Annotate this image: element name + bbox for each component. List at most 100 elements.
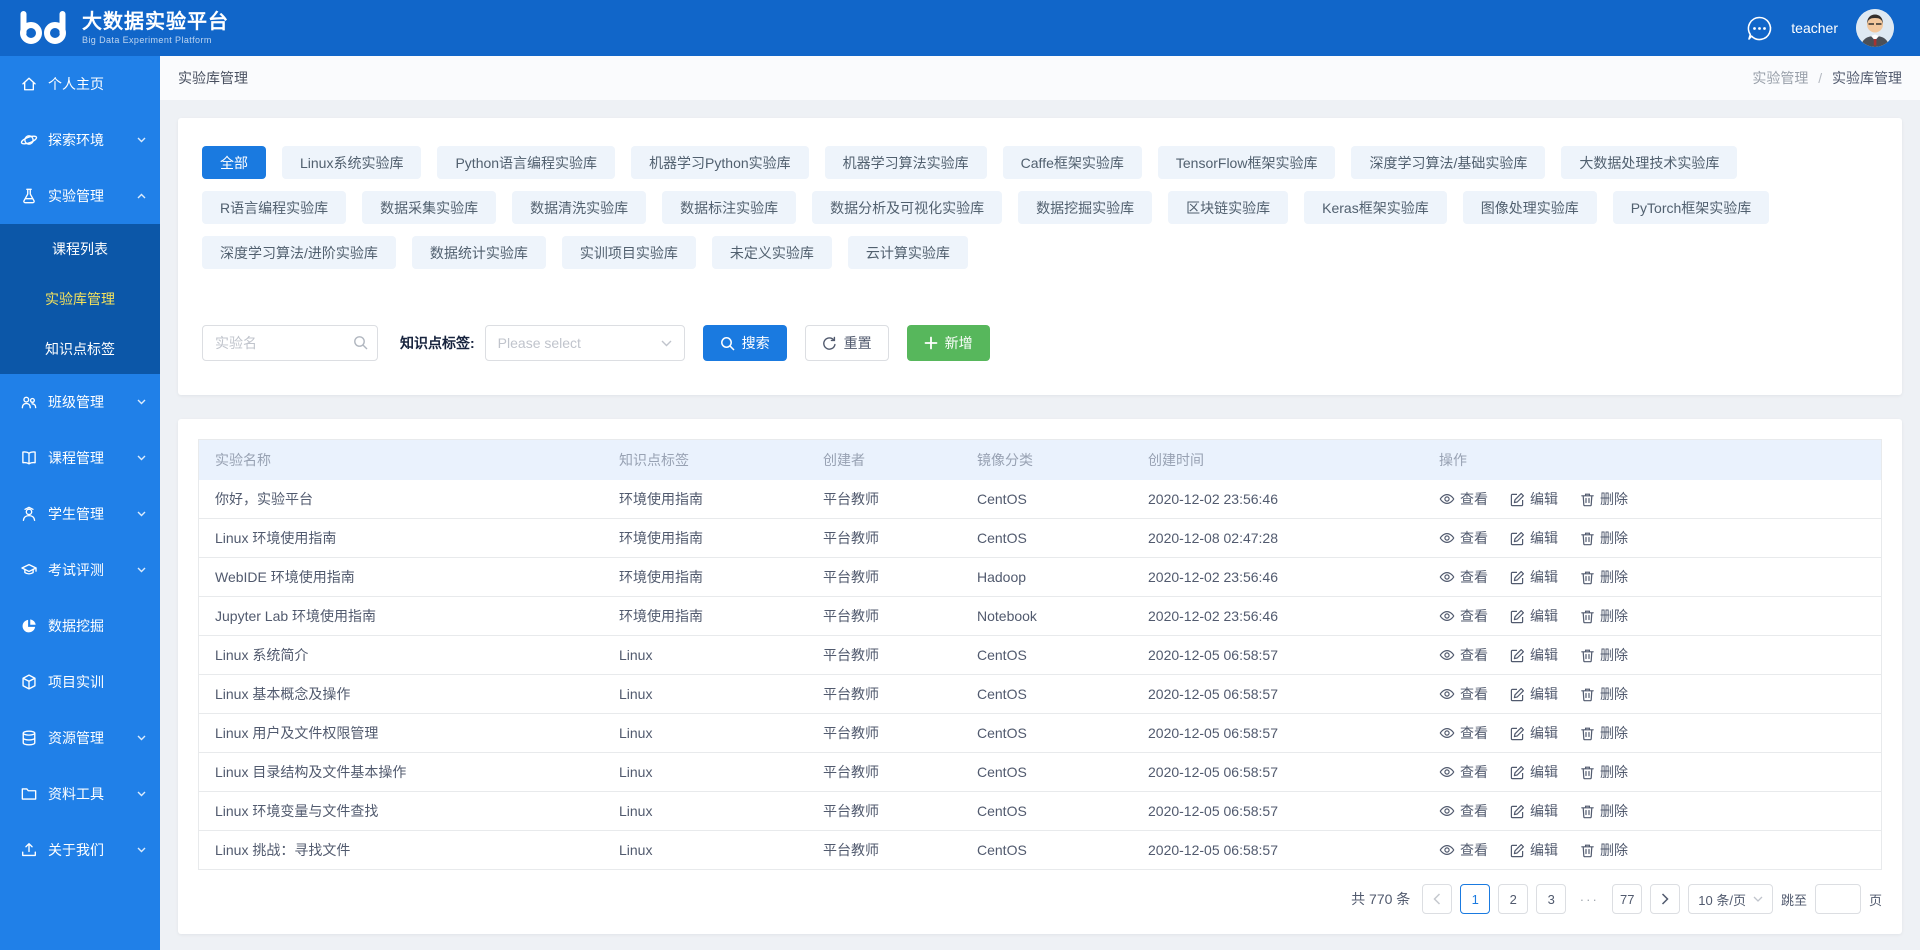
view-action[interactable]: 查看 bbox=[1439, 684, 1488, 704]
pagination-page-button[interactable]: 2 bbox=[1498, 884, 1528, 914]
delete-action[interactable]: 删除 bbox=[1580, 684, 1628, 704]
knowledge-tag-select[interactable]: Please select bbox=[485, 325, 685, 361]
sidebar-item-class-mgmt[interactable]: 班级管理 bbox=[0, 374, 160, 430]
edit-action[interactable]: 编辑 bbox=[1510, 684, 1558, 704]
filter-tag[interactable]: Keras框架实验库 bbox=[1304, 191, 1447, 224]
filter-tag[interactable]: 数据清洗实验库 bbox=[512, 191, 646, 224]
edit-action[interactable]: 编辑 bbox=[1510, 723, 1558, 743]
table-body: 你好，实验平台 环境使用指南 平台教师 CentOS 2020-12-02 23… bbox=[199, 480, 1881, 870]
experiment-name-input[interactable] bbox=[202, 325, 378, 361]
edit-action[interactable]: 编辑 bbox=[1510, 606, 1558, 626]
sidebar-item-student-mgmt[interactable]: 学生管理 bbox=[0, 486, 160, 542]
filter-tag[interactable]: 深度学习算法/进阶实验库 bbox=[202, 236, 396, 269]
sidebar-item-data-mining[interactable]: 数据挖掘 bbox=[0, 598, 160, 654]
sidebar-item-explore-env[interactable]: 探索环境 bbox=[0, 112, 160, 168]
add-button[interactable]: 新增 bbox=[907, 325, 990, 361]
view-action[interactable]: 查看 bbox=[1439, 489, 1488, 509]
edit-action[interactable]: 编辑 bbox=[1510, 840, 1558, 860]
cell-image-category: CentOS bbox=[961, 725, 1132, 741]
filter-tag[interactable]: 实训项目实验库 bbox=[562, 236, 696, 269]
edit-action[interactable]: 编辑 bbox=[1510, 801, 1558, 821]
edit-action[interactable]: 编辑 bbox=[1510, 489, 1558, 509]
filter-tag[interactable]: 数据统计实验库 bbox=[412, 236, 546, 269]
edit-action[interactable]: 编辑 bbox=[1510, 762, 1558, 782]
avatar[interactable] bbox=[1856, 9, 1894, 47]
sidebar-item-project-training[interactable]: 项目实训 bbox=[0, 654, 160, 710]
filter-tag[interactable]: 数据分析及可视化实验库 bbox=[812, 191, 1002, 224]
sidebar-item-exam-assessment[interactable]: 考试评测 bbox=[0, 542, 160, 598]
edit-action[interactable]: 编辑 bbox=[1510, 645, 1558, 665]
filter-tag[interactable]: 云计算实验库 bbox=[848, 236, 968, 269]
view-action[interactable]: 查看 bbox=[1439, 567, 1488, 587]
table-row: 你好，实验平台 环境使用指南 平台教师 CentOS 2020-12-02 23… bbox=[199, 480, 1881, 519]
filter-tag[interactable]: 未定义实验库 bbox=[712, 236, 832, 269]
filter-tag[interactable]: Caffe框架实验库 bbox=[1003, 146, 1142, 179]
pagination-page-button[interactable]: 1 bbox=[1460, 884, 1490, 914]
sidebar-subitem-knowledge-tags[interactable]: 知识点标签 bbox=[0, 324, 160, 374]
filter-tag[interactable]: PyTorch框架实验库 bbox=[1613, 191, 1770, 224]
filter-tag[interactable]: Python语言编程实验库 bbox=[437, 146, 615, 179]
filter-tag[interactable]: TensorFlow框架实验库 bbox=[1158, 146, 1336, 179]
view-action-label: 查看 bbox=[1460, 489, 1488, 509]
sidebar-subitem-course-list[interactable]: 课程列表 bbox=[0, 224, 160, 274]
brand: 大数据实验平台 Big Data Experiment Platform bbox=[16, 11, 229, 45]
filter-tag[interactable]: 数据标注实验库 bbox=[662, 191, 796, 224]
delete-action[interactable]: 删除 bbox=[1580, 567, 1628, 587]
cell-created-time: 2020-12-05 06:58:57 bbox=[1132, 647, 1423, 663]
pagination-page-button[interactable]: 3 bbox=[1536, 884, 1566, 914]
filter-tag[interactable]: 区块链实验库 bbox=[1168, 191, 1288, 224]
sidebar-subitem-lab-library-mgmt[interactable]: 实验库管理 bbox=[0, 274, 160, 324]
search-button[interactable]: 搜索 bbox=[703, 325, 787, 361]
pagination-page-button[interactable]: 77 bbox=[1612, 884, 1642, 914]
view-action[interactable]: 查看 bbox=[1439, 606, 1488, 626]
chevron-up-icon bbox=[137, 193, 146, 199]
filter-tag[interactable]: 图像处理实验库 bbox=[1463, 191, 1597, 224]
graduation-cap-icon bbox=[20, 561, 38, 579]
delete-action[interactable]: 删除 bbox=[1580, 645, 1628, 665]
view-action[interactable]: 查看 bbox=[1439, 723, 1488, 743]
flask-icon bbox=[20, 187, 38, 205]
filter-tag[interactable]: 大数据处理技术实验库 bbox=[1561, 146, 1737, 179]
filter-tag[interactable]: 数据采集实验库 bbox=[362, 191, 496, 224]
pagination-next-button[interactable] bbox=[1650, 884, 1680, 914]
delete-action[interactable]: 删除 bbox=[1580, 723, 1628, 743]
filter-tag[interactable]: Linux系统实验库 bbox=[282, 146, 421, 179]
sidebar-item-personal-home[interactable]: 个人主页 bbox=[0, 56, 160, 112]
pagination-page-button[interactable]: ··· bbox=[1574, 884, 1604, 914]
filter-tag[interactable]: 机器学习Python实验库 bbox=[631, 146, 809, 179]
view-action[interactable]: 查看 bbox=[1439, 840, 1488, 860]
delete-action[interactable]: 删除 bbox=[1580, 489, 1628, 509]
sidebar-item-about-us[interactable]: 关于我们 bbox=[0, 822, 160, 878]
edit-action[interactable]: 编辑 bbox=[1510, 528, 1558, 548]
view-action[interactable]: 查看 bbox=[1439, 528, 1488, 548]
sidebar-item-materials-tools[interactable]: 资料工具 bbox=[0, 766, 160, 822]
sidebar-item-resource-mgmt[interactable]: 资源管理 bbox=[0, 710, 160, 766]
chevron-down-icon bbox=[137, 847, 146, 853]
page-size-select[interactable]: 10 条/页 bbox=[1688, 884, 1773, 914]
filter-tag[interactable]: 机器学习算法实验库 bbox=[825, 146, 987, 179]
sidebar-item-experiment-mgmt[interactable]: 实验管理 bbox=[0, 168, 160, 224]
delete-action[interactable]: 删除 bbox=[1580, 528, 1628, 548]
edit-action[interactable]: 编辑 bbox=[1510, 567, 1558, 587]
messages-icon[interactable] bbox=[1746, 15, 1773, 42]
cell-experiment-name: Linux 环境变量与文件查找 bbox=[199, 801, 603, 821]
filter-tag[interactable]: R语言编程实验库 bbox=[202, 191, 346, 224]
delete-action[interactable]: 删除 bbox=[1580, 840, 1628, 860]
filter-tag[interactable]: 深度学习算法/基础实验库 bbox=[1351, 146, 1545, 179]
filter-tag[interactable]: 全部 bbox=[202, 146, 266, 179]
student-icon bbox=[20, 505, 38, 523]
sidebar-item-course-mgmt[interactable]: 课程管理 bbox=[0, 430, 160, 486]
view-action[interactable]: 查看 bbox=[1439, 645, 1488, 665]
jump-page-input[interactable] bbox=[1815, 884, 1861, 914]
pagination-prev-button[interactable] bbox=[1422, 884, 1452, 914]
view-action[interactable]: 查看 bbox=[1439, 801, 1488, 821]
cell-experiment-name: 你好，实验平台 bbox=[199, 489, 603, 509]
delete-action[interactable]: 删除 bbox=[1580, 606, 1628, 626]
breadcrumb-parent[interactable]: 实验管理 bbox=[1752, 70, 1808, 86]
view-action[interactable]: 查看 bbox=[1439, 762, 1488, 782]
filter-tag[interactable]: 数据挖掘实验库 bbox=[1018, 191, 1152, 224]
view-action-label: 查看 bbox=[1460, 723, 1488, 743]
delete-action[interactable]: 删除 bbox=[1580, 762, 1628, 782]
reset-button[interactable]: 重置 bbox=[805, 325, 889, 361]
delete-action[interactable]: 删除 bbox=[1580, 801, 1628, 821]
